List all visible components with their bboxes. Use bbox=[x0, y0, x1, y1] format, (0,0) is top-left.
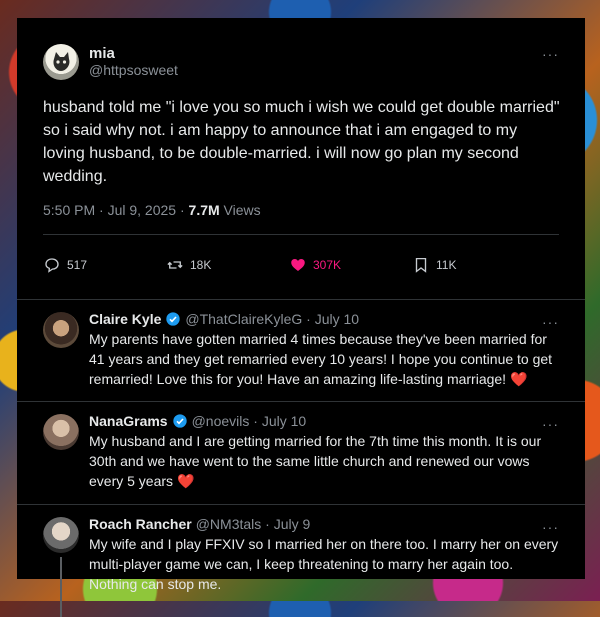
tweet-card: mia @httpsosweet ··· husband told me "i … bbox=[17, 18, 585, 617]
more-options-icon[interactable]: ··· bbox=[542, 314, 559, 330]
reply-handle-date[interactable]: @NM3tals · July 9 bbox=[196, 515, 311, 533]
views-label: Views bbox=[219, 202, 261, 218]
reply-author-name[interactable]: Claire Kyle bbox=[89, 310, 161, 328]
author-name[interactable]: mia bbox=[89, 45, 178, 62]
bookmark-count: 11K bbox=[436, 258, 457, 272]
reply-author-name[interactable]: Roach Rancher bbox=[89, 515, 192, 533]
red-heart-emoji: ❤️ bbox=[176, 473, 195, 489]
reply-text: My husband and I are getting married for… bbox=[89, 431, 559, 491]
avatar[interactable] bbox=[43, 312, 79, 348]
tweet-text: husband told me "i love you so much i wi… bbox=[43, 99, 560, 185]
reply-count: 517 bbox=[67, 258, 88, 272]
reply-tweet[interactable]: Claire Kyle @ThatClaireKyleG · July 10 M… bbox=[17, 300, 585, 401]
reply-button[interactable]: 517 bbox=[43, 256, 166, 274]
bookmark-button[interactable]: 11K bbox=[412, 256, 535, 274]
reply-text: My wife and I play FFXIV so I married he… bbox=[89, 536, 559, 592]
reply-tweet[interactable]: NanaGrams @noevils · July 10 My husband … bbox=[17, 402, 585, 504]
thread-connector-line bbox=[60, 557, 62, 617]
more-options-icon[interactable]: ··· bbox=[542, 46, 559, 62]
more-options-icon[interactable]: ··· bbox=[542, 416, 559, 432]
divider bbox=[43, 234, 559, 235]
main-tweet: mia @httpsosweet ··· husband told me "i … bbox=[17, 18, 585, 287]
tweet-header: mia @httpsosweet ··· bbox=[43, 42, 559, 82]
verified-badge-icon bbox=[166, 312, 181, 326]
reply-text: My parents have gotten married 4 times b… bbox=[89, 329, 559, 389]
views-count: 7.7M bbox=[188, 202, 220, 218]
verified-badge-icon bbox=[172, 414, 187, 428]
like-count: 307K bbox=[313, 258, 342, 272]
reply-author-name[interactable]: NanaGrams bbox=[89, 412, 168, 430]
reply-tweet[interactable]: Roach Rancher @NM3tals · July 9 My wife … bbox=[17, 505, 585, 617]
reply-icon bbox=[45, 258, 59, 273]
repost-icon bbox=[167, 261, 183, 269]
repost-count: 18K bbox=[190, 258, 212, 272]
cat-avatar-icon bbox=[53, 52, 70, 71]
author-handle[interactable]: @httpsosweet bbox=[89, 62, 178, 79]
avatar[interactable] bbox=[43, 517, 79, 553]
more-options-icon[interactable]: ··· bbox=[542, 519, 559, 535]
tweet-timestamp[interactable]: 5:50 PM · Jul 9, 2025 · bbox=[43, 202, 189, 218]
reply-handle-date[interactable]: @ThatClaireKyleG · July 10 bbox=[185, 310, 359, 328]
red-heart-emoji: ❤️ bbox=[509, 371, 528, 387]
reply-handle-date[interactable]: @noevils · July 10 bbox=[192, 412, 307, 430]
heart-filled-icon bbox=[291, 259, 305, 271]
reply-text-body: My parents have gotten married 4 times b… bbox=[89, 331, 553, 387]
engagement-bar: 517 18K 307K 11K bbox=[43, 243, 559, 287]
repost-button[interactable]: 18K bbox=[166, 256, 289, 274]
avatar[interactable] bbox=[43, 44, 79, 80]
reply-text-body: My husband and I are getting married for… bbox=[89, 433, 542, 489]
tweet-meta: 5:50 PM · Jul 9, 2025 · 7.7M Views bbox=[43, 202, 559, 218]
bookmark-icon bbox=[415, 257, 427, 273]
avatar[interactable] bbox=[43, 414, 79, 450]
like-button[interactable]: 307K bbox=[289, 256, 412, 274]
